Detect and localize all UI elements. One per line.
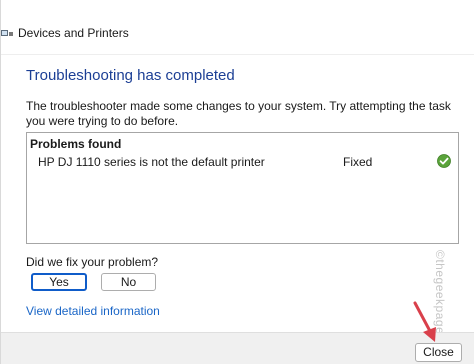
result-description: The troubleshooter made some changes to … xyxy=(26,99,451,128)
problems-header: Problems found xyxy=(30,137,122,151)
devices-printers-icon xyxy=(1,30,13,36)
problem-description: HP DJ 1110 series is not the default pri… xyxy=(38,155,265,169)
close-button[interactable]: Close xyxy=(415,343,462,362)
dialog-footer: Close xyxy=(1,332,474,364)
problem-row: HP DJ 1110 series is not the default pri… xyxy=(27,153,458,173)
troubleshooter-window: Devices and Printers Troubleshooting has… xyxy=(0,0,474,364)
view-details-link[interactable]: View detailed information xyxy=(26,304,160,318)
no-button[interactable]: No xyxy=(101,273,156,291)
yes-button[interactable]: Yes xyxy=(31,273,87,291)
problems-panel: Problems found HP DJ 1110 series is not … xyxy=(26,132,459,244)
page-title: Troubleshooting has completed xyxy=(26,67,235,84)
window-title: Devices and Printers xyxy=(18,26,129,40)
problem-status: Fixed xyxy=(343,155,373,169)
feedback-question: Did we fix your problem? xyxy=(26,255,159,269)
title-bar: Devices and Printers xyxy=(1,0,474,55)
check-circle-icon xyxy=(437,154,451,168)
